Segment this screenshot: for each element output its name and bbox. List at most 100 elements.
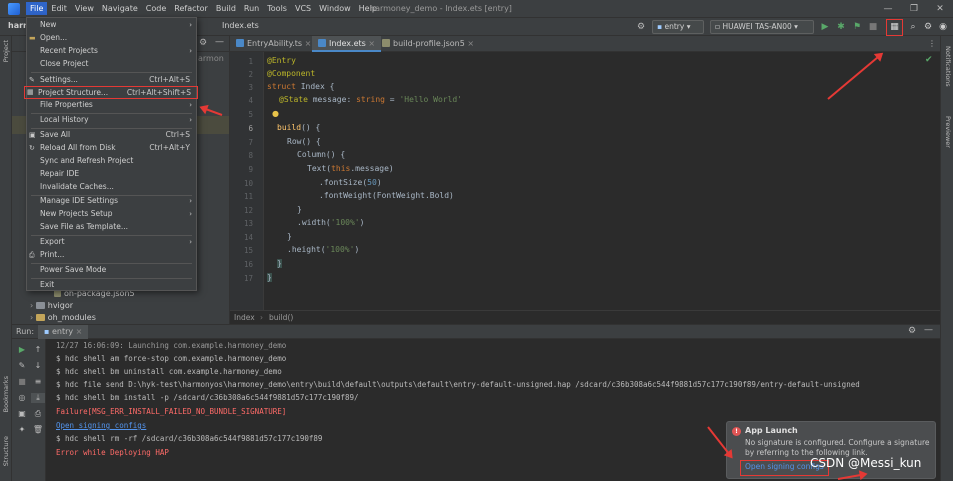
wrench-icon[interactable]: ✎ (15, 361, 29, 370)
run-icon[interactable]: ▶ (818, 20, 832, 34)
line-number: 7 (248, 138, 253, 147)
menu-item-settings[interactable]: ✎ Settings... Ctrl+Alt+S (27, 74, 196, 87)
trash-icon[interactable]: 🗑 (31, 425, 45, 434)
project-structure-toolbar-icon[interactable]: ▦ (886, 19, 903, 36)
hide-run-panel-icon[interactable]: — (924, 325, 933, 335)
menu-vcs[interactable]: VCS (291, 2, 315, 15)
tab-index[interactable]: Index.ets × (312, 36, 382, 52)
menu-item-power-save-mode[interactable]: Power Save Mode (27, 264, 196, 277)
tree-item[interactable]: › hvigor (30, 301, 73, 310)
menu-run[interactable]: Run (240, 2, 263, 15)
line-number: 11 (243, 192, 253, 201)
menu-item-export[interactable]: Export › (27, 236, 196, 249)
code-token: ) (376, 178, 382, 187)
minimize-icon[interactable]: — (875, 0, 901, 18)
gear-icon[interactable]: ⚙ (634, 20, 648, 34)
lightbulb-icon[interactable]: ● (272, 109, 279, 118)
bookmarks-tool-tab[interactable]: Bookmarks (2, 376, 10, 412)
menu-item-label: Save File as Template... (40, 222, 128, 231)
menu-item-label: Settings... (40, 75, 78, 84)
menu-item-project-structure[interactable]: ▦ Project Structure... Ctrl+Alt+Shift+S (24, 86, 198, 99)
menu-item-open[interactable]: ▬ Open... (27, 32, 196, 45)
menu-item-manage-ide-settings[interactable]: Manage IDE Settings › (27, 195, 196, 208)
previewer-tool-tab[interactable]: Previewer (944, 116, 952, 148)
tree-item[interactable]: › oh_modules (30, 313, 96, 322)
menu-code[interactable]: Code (142, 2, 170, 15)
run-config-tab[interactable]: ▪ entry × (38, 325, 89, 339)
left-tool-strip: Project Bookmarks Structure (0, 36, 12, 481)
menu-item-recent-projects[interactable]: Recent Projects › (27, 45, 196, 58)
console-line[interactable]: $ hdc file send D:\hyk-test\harmonyos\ha… (56, 380, 860, 389)
device-select[interactable]: ▫ HUAWEI TAS-AN00 ▾ (710, 20, 814, 34)
menu-item-file-properties[interactable]: File Properties › (27, 99, 196, 112)
menu-item-new[interactable]: New › (27, 19, 196, 32)
scroll-up-icon[interactable]: ↑ (31, 345, 45, 354)
menu-item-sync-refresh[interactable]: Sync and Refresh Project (27, 155, 196, 168)
notifications-tool-tab[interactable]: Notifications (944, 46, 952, 87)
open-signing-configs-link[interactable]: Open signing configs (56, 421, 146, 430)
code-token: 'Hello World' (399, 95, 463, 104)
no-problems-check-icon[interactable]: ✔ (925, 55, 933, 65)
menu-item-print[interactable]: ⎙ Print... (27, 249, 196, 262)
menu-item-label: Exit (40, 280, 55, 289)
breadcrumb-struct[interactable]: Index (234, 313, 255, 322)
tab-entryability[interactable]: EntryAbility.ts × (230, 36, 317, 52)
scroll-to-end-icon[interactable]: ⤓ (31, 393, 45, 403)
menu-navigate[interactable]: Navigate (98, 2, 142, 15)
menu-item-close-project[interactable]: Close Project (27, 58, 196, 71)
run-config-label: entry (51, 327, 74, 336)
close-tab-icon[interactable]: × (465, 39, 474, 48)
window-title: harmoney_demo - Index.ets [entry] (370, 4, 512, 13)
search-icon[interactable]: ⌕ (906, 20, 920, 34)
hide-panel-icon[interactable]: — (215, 37, 224, 47)
layout-icon[interactable]: ▣ (15, 409, 29, 418)
menu-file[interactable]: File (26, 2, 48, 15)
menu-item-local-history[interactable]: Local History › (27, 114, 196, 127)
structure-tool-tab[interactable]: Structure (2, 436, 10, 466)
camera-icon[interactable]: ◎ (15, 393, 29, 402)
close-icon[interactable]: ✕ (927, 0, 953, 18)
rerun-icon[interactable]: ▶ (15, 345, 29, 354)
debug-icon[interactable]: ✱ (834, 20, 848, 34)
breadcrumb-file[interactable]: Index.ets (222, 21, 259, 30)
stop-icon[interactable]: ■ (866, 20, 880, 34)
close-tab-icon[interactable]: × (302, 39, 312, 48)
menu-item-new-projects-setup[interactable]: New Projects Setup › (27, 208, 196, 221)
breadcrumb-method[interactable]: build() (269, 313, 293, 322)
pin-icon[interactable]: ✦ (15, 425, 29, 434)
menu-window[interactable]: Window (315, 2, 355, 15)
app-launch-notification: ! App Launch No signature is configured.… (726, 421, 936, 479)
menu-item-reload-all[interactable]: ↻ Reload All from Disk Ctrl+Alt+Y (27, 142, 196, 155)
line-number: 15 (243, 246, 253, 255)
menu-item-invalidate-caches[interactable]: Invalidate Caches... (27, 181, 196, 194)
menu-tools[interactable]: Tools (263, 2, 291, 15)
restore-icon[interactable]: ❐ (901, 0, 927, 18)
right-tool-strip: Notifications Previewer (940, 36, 953, 481)
account-icon[interactable]: ◉ (936, 20, 950, 34)
module-select[interactable]: ▪ entry ▾ (652, 20, 704, 34)
menu-edit[interactable]: Edit (47, 2, 71, 15)
scroll-down-icon[interactable]: ↓ (31, 361, 45, 370)
soft-wrap-icon[interactable]: ≡ (31, 377, 45, 386)
stop-icon[interactable]: ■ (15, 377, 29, 386)
run-settings-icon[interactable]: ⚙ (908, 326, 916, 336)
menu-item-save-all[interactable]: ▣ Save All Ctrl+S (27, 129, 196, 142)
menu-refactor[interactable]: Refactor (170, 2, 212, 15)
project-settings-icon[interactable]: ⚙ (199, 38, 207, 48)
more-tabs-icon[interactable]: ⋮ (928, 39, 936, 48)
tab-build-profile[interactable]: build-profile.json5 × (376, 36, 480, 52)
close-tab-icon[interactable]: × (366, 39, 375, 48)
folder-icon: ▬ (29, 34, 36, 42)
print-icon[interactable]: ⎙ (31, 409, 45, 419)
menu-item-exit[interactable]: Exit (27, 279, 196, 292)
reload-icon: ↻ (29, 144, 35, 152)
menu-item-repair-ide[interactable]: Repair IDE (27, 168, 196, 181)
profile-icon[interactable]: ⚑ (850, 20, 864, 34)
menu-build[interactable]: Build (212, 2, 240, 15)
settings-icon[interactable]: ⚙ (921, 20, 935, 34)
menu-view[interactable]: View (71, 2, 98, 15)
project-tool-tab[interactable]: Project (2, 40, 10, 62)
menu-item-save-as-template[interactable]: Save File as Template... (27, 221, 196, 234)
run-panel-toolbar: ▶ ↑ ✎ ↓ ■ ≡ ◎ ⤓ ▣ ⎙ ✦ 🗑 (12, 339, 46, 481)
close-tab-icon[interactable]: × (73, 327, 83, 336)
